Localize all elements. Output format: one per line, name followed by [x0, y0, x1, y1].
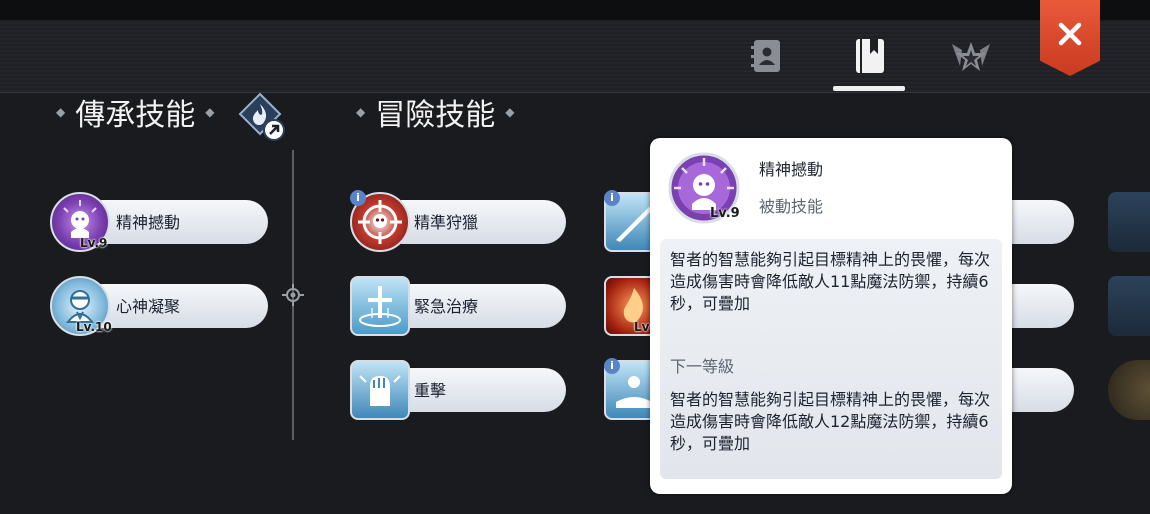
next-level-description: 智者的智慧能夠引起目標精神上的畏懼，每次造成傷害時會降低敵人12點魔法防禦，持續…: [670, 390, 991, 453]
tooltip-description-box: 智者的智慧能夠引起目標精神上的畏懼，每次造成傷害時會降低敵人11點魔法防禦，持續…: [660, 239, 1002, 479]
active-tab-indicator: [833, 86, 905, 91]
skill-name: 精準狩獵: [414, 213, 479, 232]
skill-bar-partial[interactable]: [1010, 200, 1074, 244]
skill-book-icon: [856, 39, 884, 73]
skill-level: Lv: [634, 320, 650, 334]
inherited-skill-spirit-shock[interactable]: 精神撼動 Lv.9: [50, 192, 272, 252]
skill-slot-partial-1[interactable]: i: [604, 190, 664, 252]
inherit-transfer-button[interactable]: [236, 92, 288, 142]
flame-transfer-icon: [238, 92, 285, 141]
adventure-skills-heading: ◆ 冒險技能 ◆: [346, 92, 524, 133]
inherited-skills-title: 傳承技能: [75, 98, 196, 133]
contact-book-icon: [751, 40, 780, 72]
tab-skills[interactable]: [850, 36, 890, 76]
close-x-icon: [1058, 22, 1082, 46]
inherited-skill-mind-focus[interactable]: 心神凝聚 Lv.10: [50, 276, 272, 336]
skill-name: 緊急治療: [414, 297, 479, 316]
skill-name: 精神撼動: [116, 213, 181, 232]
tooltip-skill-name: 精神撼動: [759, 160, 824, 179]
diamond-ornament-icon: ◆: [505, 105, 515, 119]
skill-level: Lv.9: [80, 236, 108, 250]
diamond-ornament-icon: ◆: [205, 105, 215, 119]
diamond-ornament-icon: ◆: [356, 105, 366, 119]
adventure-skill-precision-hunt[interactable]: i 精準狩獵: [350, 190, 570, 252]
tooltip-skill-level: Lv.9: [710, 206, 740, 221]
locked-skill-icon[interactable]: [1108, 192, 1150, 252]
tab-achievements[interactable]: [948, 36, 994, 76]
info-badge[interactable]: i: [604, 190, 620, 206]
close-button[interactable]: [1040, 0, 1100, 76]
diamond-ornament-icon: ◆: [56, 105, 66, 119]
tooltip-skill-icon: Lv.9: [668, 152, 740, 224]
heavy-strike-icon: [350, 360, 410, 420]
adventure-skill-heavy-strike[interactable]: 重擊: [350, 360, 570, 420]
skill-name: 重擊: [414, 381, 447, 400]
skill-level: Lv.10: [76, 320, 112, 334]
skill-bar-partial[interactable]: [1010, 284, 1074, 328]
skill-name: 心神凝聚: [116, 297, 181, 316]
winged-star-icon: [952, 42, 990, 71]
inherited-skills-heading: ◆ 傳承技能 ◆: [46, 92, 224, 133]
adventure-skills-title: 冒險技能: [375, 98, 496, 133]
skill-slot-partial-3[interactable]: i: [604, 358, 664, 420]
current-level-description: 智者的智慧能夠引起目標精神上的畏懼，每次造成傷害時會降低敵人11點魔法防禦，持續…: [670, 250, 991, 313]
next-level-label: 下一等級: [670, 357, 735, 376]
skill-bar-partial[interactable]: [1010, 368, 1074, 412]
tooltip-skill-type: 被動技能: [759, 197, 824, 216]
top-status-strip: [0, 0, 1150, 20]
divider-ornament-icon: [282, 284, 304, 306]
tab-contacts[interactable]: [748, 36, 788, 76]
locked-skill-icon[interactable]: [1108, 276, 1150, 336]
locked-skill-icon[interactable]: [1108, 360, 1150, 420]
skill-slot-partial-2[interactable]: Lv: [604, 276, 664, 336]
skill-tooltip: Lv.9 精神撼動 被動技能 智者的智慧能夠引起目標精神上的畏懼，每次造成傷害時…: [650, 138, 1012, 494]
emergency-heal-icon: [350, 276, 410, 336]
info-badge[interactable]: i: [604, 358, 620, 374]
adventure-skill-emergency-heal[interactable]: 緊急治療: [350, 276, 570, 336]
info-badge[interactable]: i: [350, 190, 366, 206]
